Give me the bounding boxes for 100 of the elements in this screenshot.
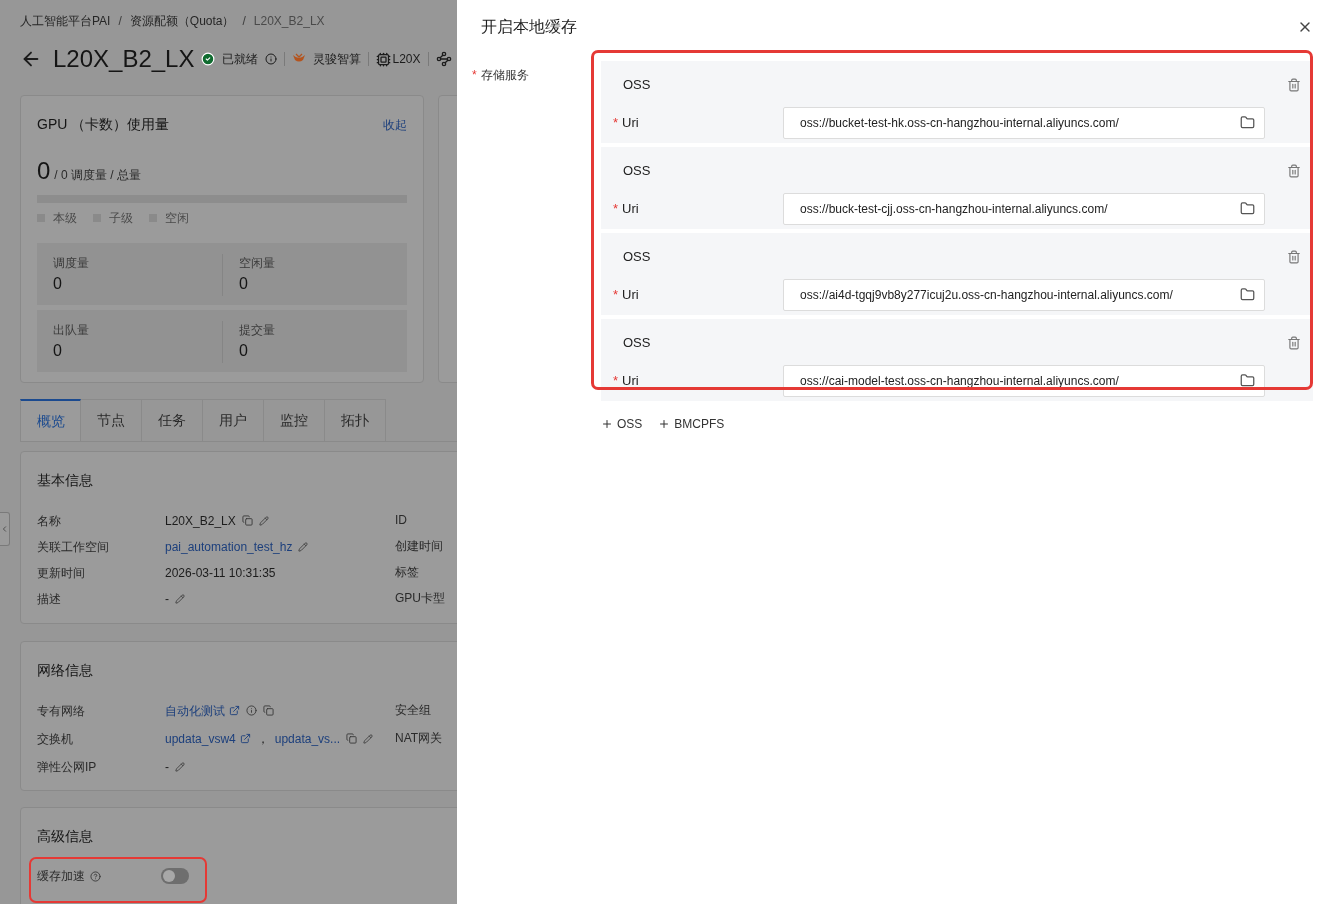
delete-icon[interactable] [1287,336,1301,350]
edit-icon[interactable] [363,733,374,744]
storage-type: OSS [623,248,652,266]
folder-icon[interactable] [1240,114,1255,130]
value-link[interactable]: updata_vsw4 [165,729,236,748]
card-title: GPU （卡数）使用量 [37,115,170,134]
external-link-icon[interactable] [239,733,251,744]
edit-icon[interactable] [175,761,185,772]
form-label: 存储服务 [480,67,529,84]
storage-type: OSS [623,162,652,180]
form-label: Uri [622,285,639,304]
toggle-switch[interactable] [161,868,189,884]
field-label: 标签 [395,564,420,581]
info-icon[interactable] [246,705,257,716]
delete-icon[interactable] [1287,78,1301,92]
field-label: 交换机 [37,730,74,748]
tab[interactable]: 概览 [20,399,81,441]
storage-type: OSS [623,334,652,352]
tab[interactable]: 用户 [203,399,264,441]
form-label: Uri [622,371,639,390]
field-value: ， [256,730,269,748]
form-label: Uri [622,113,639,132]
collapse-link[interactable]: 收起 [383,115,407,134]
delete-icon[interactable] [1287,164,1301,178]
stat-label: 出队量 [53,322,90,339]
uri-input[interactable]: oss://cai-model-test.oss-cn-hangzhou-internal.aliyuncs.com/ [783,364,1265,397]
field-label: 关联工作空间 [37,538,110,556]
copy-icon[interactable] [346,733,358,744]
tab[interactable]: 任务 [142,399,203,441]
plus-icon [658,418,671,430]
info-icon[interactable] [265,53,278,65]
field-label: 描述 [37,590,62,608]
status-text: 已就绪 [222,51,259,68]
field-value: - [165,758,169,776]
section-title: 网络信息 [37,661,94,680]
copy-icon[interactable] [241,515,253,526]
delete-icon[interactable] [1287,250,1301,264]
field-label: 创建时间 [395,538,444,555]
network-icon [435,51,452,67]
chip-icon [376,51,392,67]
breadcrumb-link[interactable]: 资源配额（Quota） [129,12,235,30]
field-value: - [165,590,169,608]
external-link-icon[interactable] [229,705,240,716]
field-label: ID [395,512,408,529]
field-value: 2026-03-11 10:31:35 [165,564,276,582]
field-label: NAT网关 [395,730,443,747]
field-label: 安全组 [395,702,432,719]
uri-input[interactable]: oss://bucket-test-hk.oss-cn-hangzhou-internal.aliyuncs.com/ [783,106,1265,139]
required-mark: * [613,199,619,218]
edit-icon[interactable] [258,515,269,526]
field-label: 缓存加速 [37,868,85,885]
form-label: Uri [622,199,639,218]
value-link[interactable]: updata_vs... [274,729,341,748]
breadcrumb-separator: / [118,13,122,30]
folder-icon[interactable] [1240,372,1255,388]
field-value: L20X_B2_LX [165,512,236,530]
field-label: 弹性公网IP [37,758,98,776]
plus-icon [601,418,613,430]
usage-number: 0 [37,156,51,186]
value-link[interactable]: pai_automation_test_hz [165,537,293,556]
required-mark: * [613,371,619,390]
chevron-left-icon [0,524,9,534]
uri-input[interactable]: oss://ai4d-tgqj9vb8y277icuj2u.oss-cn-hangzhou-internal.aliyuncs.com/ [783,278,1265,311]
section-title: 高级信息 [37,827,94,846]
help-icon[interactable] [90,870,101,882]
section-title: 基本信息 [37,471,94,490]
tab[interactable]: 节点 [81,399,142,441]
legend-item: 空闲 [149,209,189,227]
add-storage-button[interactable]: BMCPFS [658,415,725,433]
tab[interactable]: 拓扑 [325,399,386,441]
gpu-model-text: L20X [392,51,421,68]
breadcrumb-link[interactable]: L20X_B2_LX [253,12,325,30]
storage-type: OSS [623,76,652,94]
value-link[interactable]: 自动化测试 [165,701,225,720]
uri-input[interactable]: oss://buck-test-cjj.oss-cn-hangzhou-internal.aliyuncs.com/ [783,192,1265,225]
add-storage-button[interactable]: OSS [601,415,643,433]
folder-icon[interactable] [1240,286,1255,302]
breadcrumb-link[interactable]: 人工智能平台PAI [20,12,111,30]
edit-icon[interactable] [298,541,309,552]
stat-label: 调度量 [53,255,90,272]
sidebar-toggle-button[interactable] [0,512,10,546]
folder-icon[interactable] [1240,200,1255,216]
copy-icon[interactable] [263,705,274,716]
legend-item: 本级 [37,209,77,227]
stat-label: 提交量 [222,321,391,339]
edit-icon[interactable] [175,593,185,604]
usage-caption: / 0 调度量 / 总量 [54,167,142,184]
stat-value: 0 [222,272,391,296]
stat-value: 0 [222,339,391,363]
field-label: 名称 [37,512,62,530]
field-label: GPU卡型 [395,590,445,607]
required-mark: * [613,285,619,304]
breadcrumb-separator: / [242,13,246,30]
required-mark: * [472,67,477,84]
stat-label: 空闲量 [222,254,391,272]
stat-value: 0 [53,274,63,294]
tab[interactable]: 监控 [264,399,325,441]
check-icon [201,52,216,66]
required-mark: * [613,113,619,132]
field-label: 专有网络 [37,702,86,720]
